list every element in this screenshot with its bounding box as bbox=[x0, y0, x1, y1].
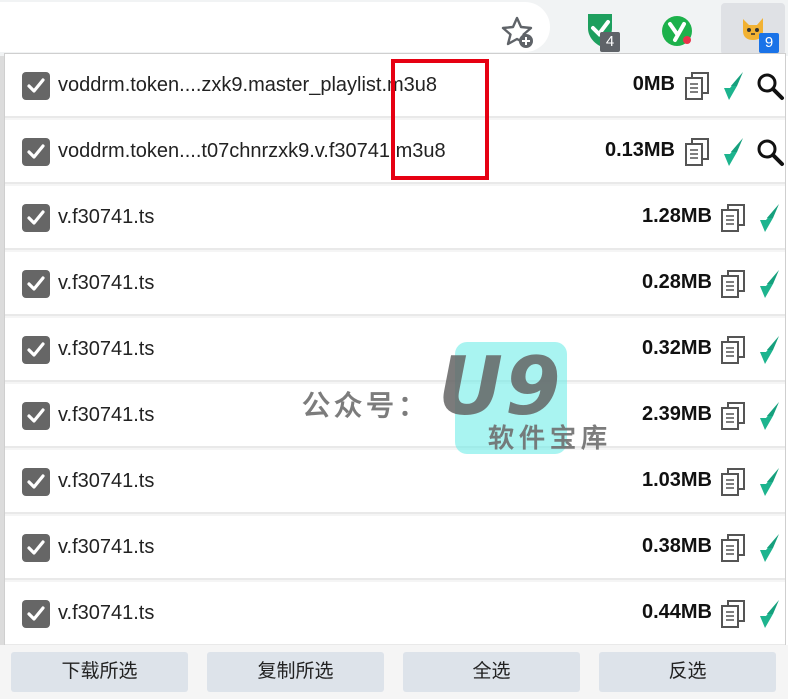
shield-check-extension-icon[interactable]: 4 bbox=[580, 10, 626, 54]
download-arrow-icon[interactable] bbox=[719, 136, 749, 168]
copy-icon[interactable] bbox=[683, 70, 713, 102]
file-checkbox[interactable] bbox=[22, 270, 50, 298]
file-name: v.f30741.ts bbox=[58, 404, 155, 426]
watermark-prefix: 公众号： bbox=[302, 389, 431, 422]
file-row[interactable]: v.f30741.ts 0.28MB bbox=[5, 252, 785, 316]
invert-selection-button[interactable]: 反选 bbox=[599, 652, 776, 692]
copy-icon[interactable] bbox=[683, 136, 713, 168]
file-size: 1.28MB bbox=[641, 205, 712, 227]
copy-icon[interactable] bbox=[719, 202, 749, 234]
download-arrow-icon[interactable] bbox=[755, 598, 785, 630]
m3u8-highlight-box bbox=[391, 59, 489, 180]
file-checkbox[interactable] bbox=[22, 72, 50, 100]
file-checkbox[interactable] bbox=[22, 204, 50, 232]
file-row[interactable]: v.f30741.ts 0.32MB bbox=[5, 318, 785, 382]
download-arrow-icon[interactable] bbox=[719, 70, 749, 102]
address-bar[interactable] bbox=[0, 2, 550, 52]
file-row[interactable]: v.f30741.ts 1.28MB bbox=[5, 186, 785, 250]
copy-icon[interactable] bbox=[719, 268, 749, 300]
file-size: 1.03MB bbox=[641, 469, 712, 491]
file-name: v.f30741.ts bbox=[58, 206, 155, 228]
download-arrow-icon[interactable] bbox=[755, 400, 785, 432]
copy-icon[interactable] bbox=[719, 466, 749, 498]
watermark-subtitle: 软件宝库 bbox=[488, 424, 613, 454]
browser-toolbar: 4 9 bbox=[0, 0, 788, 56]
file-checkbox[interactable] bbox=[22, 138, 50, 166]
search-icon[interactable] bbox=[755, 70, 785, 102]
copy-icon[interactable] bbox=[719, 334, 749, 366]
file-row[interactable]: v.f30741.ts 0.44MB bbox=[5, 582, 785, 646]
file-size: 0.28MB bbox=[641, 271, 712, 293]
select-all-button[interactable]: 全选 bbox=[403, 652, 580, 692]
file-size: 0.38MB bbox=[641, 535, 712, 557]
file-size: 0.32MB bbox=[641, 337, 712, 359]
download-arrow-icon[interactable] bbox=[755, 334, 785, 366]
file-row[interactable]: v.f30741.ts 1.03MB bbox=[5, 450, 785, 514]
file-name: v.f30741.ts bbox=[58, 602, 155, 624]
bookmark-star-icon[interactable] bbox=[500, 14, 536, 50]
download-arrow-icon[interactable] bbox=[755, 532, 785, 564]
file-checkbox[interactable] bbox=[22, 468, 50, 496]
download-arrow-icon[interactable] bbox=[755, 466, 785, 498]
file-checkbox[interactable] bbox=[22, 534, 50, 562]
y-extension-icon[interactable] bbox=[660, 14, 694, 48]
copy-icon[interactable] bbox=[719, 400, 749, 432]
file-name: v.f30741.ts bbox=[58, 536, 155, 558]
download-arrow-icon[interactable] bbox=[755, 268, 785, 300]
file-name: voddrm.token....zxk9.master_playlist.m3u… bbox=[58, 74, 438, 96]
file-checkbox[interactable] bbox=[22, 402, 50, 430]
file-size: 0.44MB bbox=[641, 601, 712, 623]
download-selected-button[interactable]: 下载所选 bbox=[11, 652, 188, 692]
cat-extension-badge: 9 bbox=[759, 33, 779, 53]
shield-extension-badge: 4 bbox=[600, 32, 620, 52]
file-size: 0.13MB bbox=[604, 139, 675, 161]
file-checkbox[interactable] bbox=[22, 336, 50, 364]
file-checkbox[interactable] bbox=[22, 600, 50, 628]
cat-sniffer-extension-button[interactable]: 9 bbox=[721, 3, 785, 55]
copy-selected-button[interactable]: 复制所选 bbox=[207, 652, 384, 692]
file-name: voddrm.token....t07chnrzxk9.v.f30741.m3u… bbox=[58, 140, 446, 162]
search-icon[interactable] bbox=[755, 136, 785, 168]
copy-icon[interactable] bbox=[719, 532, 749, 564]
file-name: v.f30741.ts bbox=[58, 470, 155, 492]
file-size: 0MB bbox=[632, 73, 675, 95]
file-name: v.f30741.ts bbox=[58, 338, 155, 360]
download-arrow-icon[interactable] bbox=[755, 202, 785, 234]
file-row[interactable]: v.f30741.ts 0.38MB bbox=[5, 516, 785, 580]
copy-icon[interactable] bbox=[719, 598, 749, 630]
file-name: v.f30741.ts bbox=[58, 272, 155, 294]
